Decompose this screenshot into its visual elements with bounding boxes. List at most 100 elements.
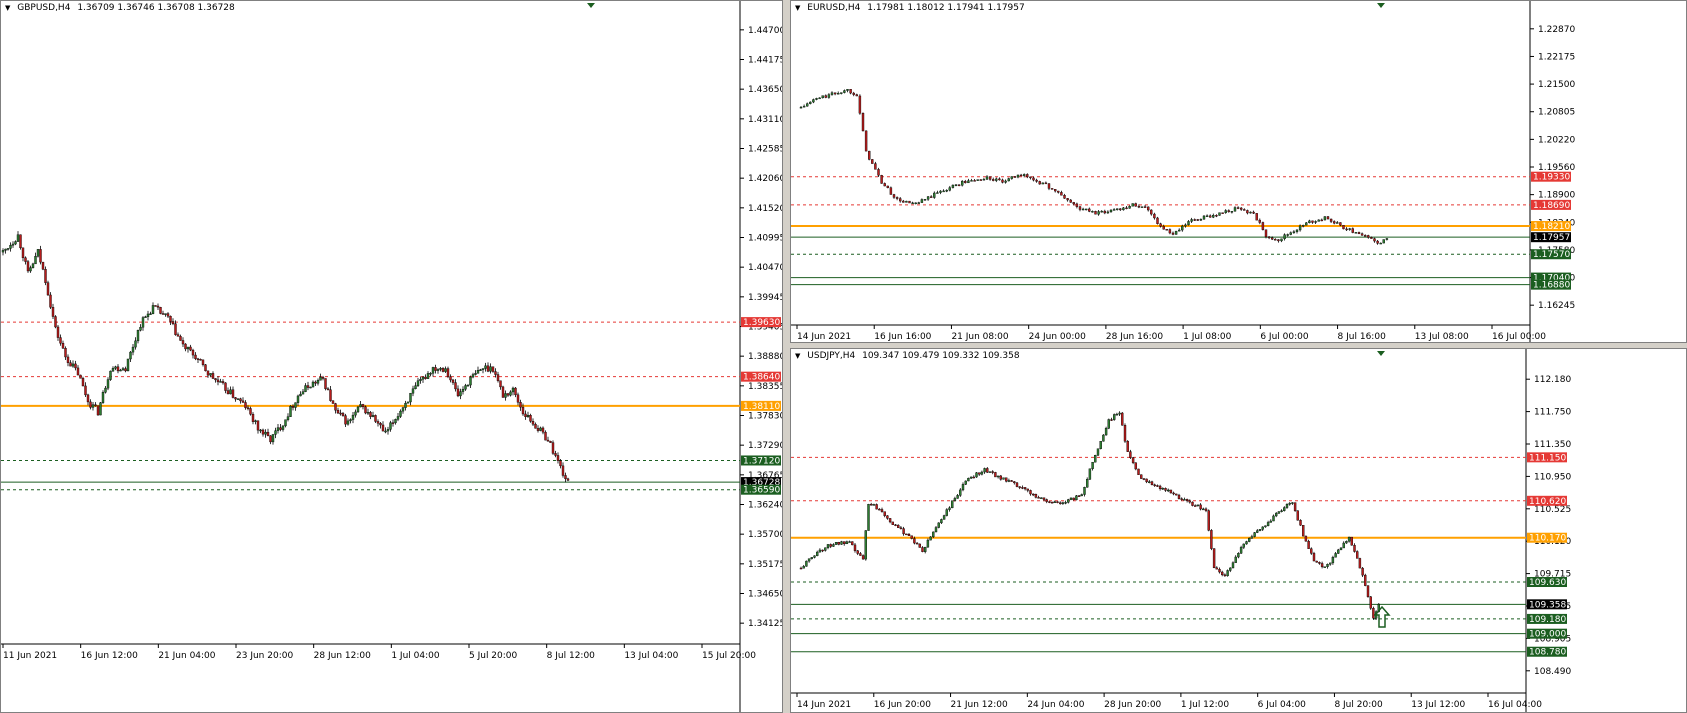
candle	[1112, 208, 1116, 211]
chart-shift-marker-icon[interactable]	[587, 3, 595, 8]
candle	[942, 514, 946, 520]
candle	[1234, 555, 1237, 563]
candle	[1193, 218, 1196, 222]
candle	[1275, 512, 1278, 518]
candle	[544, 430, 547, 441]
chart-shift-marker-icon[interactable]	[1377, 351, 1385, 356]
candle	[1109, 209, 1113, 213]
candle	[161, 310, 165, 315]
candle	[149, 311, 152, 315]
y-tick-label: 1.34125	[748, 619, 783, 629]
candle	[1060, 190, 1063, 196]
candle	[972, 475, 976, 479]
candle	[849, 89, 852, 95]
candle	[54, 315, 57, 329]
candle	[905, 533, 908, 536]
candle	[449, 374, 452, 383]
level-price-label: 108.780	[1529, 648, 1566, 658]
candle	[929, 195, 933, 198]
y-tick-label: 1.44175	[748, 56, 783, 66]
candle	[114, 365, 117, 371]
candle	[1016, 174, 1020, 179]
candle	[914, 202, 917, 205]
candle	[1099, 441, 1102, 450]
candle	[1342, 225, 1345, 230]
candle	[434, 364, 437, 374]
candle	[1115, 412, 1119, 416]
candle	[466, 384, 470, 387]
candle	[867, 150, 871, 161]
chart-window-gbpusd[interactable]: 1.44700 1.44175 1.43650 1.43110 1.42585 1.420…	[0, 0, 783, 713]
candle	[74, 360, 77, 371]
candle	[484, 362, 487, 372]
candle	[354, 409, 357, 418]
candle	[902, 526, 905, 536]
candle	[976, 179, 979, 182]
chart-shift-marker-icon[interactable]	[1377, 3, 1385, 8]
candle	[69, 360, 72, 367]
candle	[231, 386, 235, 399]
candle	[948, 185, 952, 192]
chart-window-eurusd[interactable]: 1.22870 1.22175 1.21500 1.20805 1.20220 1.195…	[790, 0, 1687, 343]
candle	[286, 413, 290, 422]
candle	[341, 411, 345, 417]
candle	[1134, 202, 1137, 207]
candle	[131, 344, 135, 356]
candle	[49, 292, 52, 309]
candle	[852, 91, 855, 97]
candle	[214, 378, 217, 383]
x-tick-label: 23 Jun 20:00	[236, 651, 293, 661]
candle	[144, 315, 147, 318]
candle	[1221, 212, 1224, 214]
candle	[566, 477, 570, 482]
dropdown-arrow-icon[interactable]: ▼	[795, 352, 800, 360]
candle	[1094, 210, 1097, 215]
x-tick-label: 13 Jul 04:00	[624, 651, 678, 661]
level-price-label: 1.38640	[743, 373, 780, 383]
candle	[1156, 484, 1159, 488]
candle	[324, 378, 327, 391]
candle	[496, 371, 500, 383]
candle	[156, 303, 160, 310]
candle	[1185, 498, 1189, 503]
candle	[883, 182, 886, 187]
candle	[980, 470, 984, 476]
candle	[888, 517, 892, 524]
chart-window-usdjpy[interactable]: 112.180111.750111.350110.950110.525110.1…	[790, 348, 1687, 713]
y-tick-label: 1.22870	[1538, 25, 1575, 35]
candle	[1050, 501, 1054, 504]
candle	[837, 541, 840, 546]
candle	[226, 387, 230, 395]
candle	[1221, 570, 1224, 577]
candle	[1097, 209, 1100, 216]
candle	[975, 472, 978, 478]
candle	[1202, 215, 1206, 220]
candle	[1345, 227, 1348, 231]
candle	[1153, 483, 1156, 487]
candle	[834, 542, 838, 546]
candle	[461, 386, 465, 395]
dropdown-arrow-icon[interactable]: ▼	[5, 4, 10, 12]
candle	[986, 467, 989, 473]
candle	[491, 366, 495, 373]
chart-canvas[interactable]: 112.180111.750111.350110.950110.525110.1…	[791, 349, 1687, 713]
candle	[511, 386, 515, 396]
candle	[805, 102, 809, 107]
candle	[1231, 561, 1235, 569]
candle	[1075, 494, 1078, 501]
candle	[294, 402, 297, 411]
chart-canvas[interactable]: 1.22870 1.22175 1.21500 1.20805 1.20220 1.195…	[791, 1, 1687, 343]
candle	[376, 419, 380, 427]
candle	[1283, 233, 1286, 241]
symbol-label: GBPUSD,H4	[17, 3, 71, 13]
y-tick-label: 1.22175	[1538, 52, 1575, 62]
dropdown-arrow-icon[interactable]: ▼	[795, 4, 800, 12]
x-tick-label: 1 Jul 12:00	[1181, 700, 1230, 710]
candle	[134, 337, 137, 350]
candle	[826, 544, 830, 550]
candle	[832, 543, 835, 547]
candle	[24, 256, 27, 265]
chart-canvas[interactable]: 1.44700 1.44175 1.43650 1.43110 1.42585 1.420…	[1, 1, 783, 713]
candle	[1177, 493, 1181, 500]
candle	[810, 557, 813, 560]
